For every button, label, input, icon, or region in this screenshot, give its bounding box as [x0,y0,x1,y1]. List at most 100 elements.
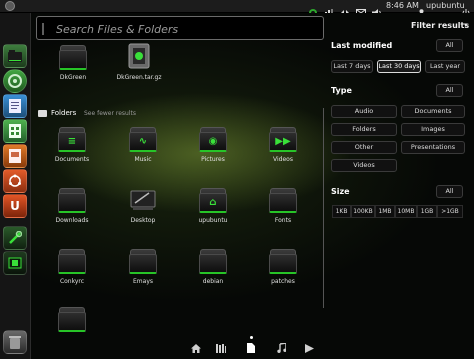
folder-conkyrc[interactable]: Conkyrc [44,246,100,285]
filter-results-arrow-icon[interactable]: ▾ [464,21,468,29]
lens-bar [186,336,336,359]
folder-extra[interactable] [44,304,100,332]
type-folders-button[interactable]: Folders [331,123,397,136]
folder-patches[interactable]: patches [255,246,311,285]
launcher-workspaces-icon[interactable] [3,251,27,275]
folder-fonts[interactable]: Fonts [255,185,311,224]
launcher-writer-icon[interactable] [3,94,27,118]
size-1mb-button[interactable]: 1MB [375,205,395,218]
volume-icon[interactable] [372,2,382,17]
mail-icon[interactable] [356,2,366,17]
launcher-ubuntu-one-icon[interactable]: U [3,194,27,218]
applications-lens-icon[interactable] [214,341,228,355]
videos-folder-icon: ▶▶ [269,124,297,152]
user-name[interactable]: upubuntu [426,0,465,12]
size-all-button[interactable]: All [436,185,463,198]
folder-desktop[interactable]: Desktop [115,185,171,224]
filter-results-toggle[interactable]: Filter results [411,21,469,30]
type-audio-button[interactable]: Audio [331,105,397,118]
result-item-dkgreen-archive[interactable]: DkGreen.tar.gz [111,42,167,81]
launcher-impress-icon[interactable] [3,144,27,168]
desktop-folder-icon [129,185,157,213]
launcher-files-icon[interactable] [3,44,27,68]
user-icon[interactable] [418,2,425,17]
type-other-button[interactable]: Other [331,141,397,154]
size-10mb-button[interactable]: 10MB [395,205,417,218]
active-lens-indicator [250,336,253,339]
network-icon[interactable] [308,2,318,17]
downloads-folder-icon [58,185,86,213]
launcher-software-center-icon[interactable] [3,169,27,193]
folder-label: patches [271,278,295,285]
search-box[interactable] [36,16,324,40]
launcher-tools-icon[interactable] [3,226,27,250]
type-images-button[interactable]: Images [401,123,465,136]
size-1kb-button[interactable]: 1KB [332,205,351,218]
search-icon [41,21,51,40]
last-modified-all-button[interactable]: All [436,39,463,52]
folder-label: Music [134,156,152,163]
files-lens-icon[interactable] [244,341,258,355]
folder-label: Pictures [201,156,225,163]
home-folder-icon: ⌂ [199,185,227,213]
folder-icon [58,246,86,274]
folders-section-title: Folders [51,109,77,117]
clock[interactable]: 8:46 AM [386,0,419,12]
video-lens-icon[interactable] [302,341,316,355]
size-100kb-button[interactable]: 100KB [351,205,375,218]
folder-downloads[interactable]: Downloads [44,185,100,224]
transfer-icon[interactable] [340,2,350,16]
folder-label: Videos [273,156,293,163]
folder-videos[interactable]: ▶▶ Videos [255,124,311,163]
folder-icon [269,246,297,274]
folder-pictures[interactable]: ◉ Pictures [185,124,241,163]
result-item-dkgreen[interactable]: DkGreen [45,42,101,81]
folder-label: Downloads [55,217,89,224]
search-input[interactable] [54,20,318,38]
power-icon[interactable] [462,2,470,17]
folder-label: Desktop [130,217,156,224]
home-lens-icon[interactable] [189,341,203,355]
top-panel: 8:46 AM upubuntu [0,0,474,17]
folder-documents[interactable]: ≡ Documents [44,124,100,163]
indicator-area [308,0,382,17]
folder-music[interactable]: ∿ Music [115,124,171,163]
last-modified-heading: Last modified [331,41,393,50]
launcher-calc-icon[interactable] [3,119,27,143]
music-lens-icon[interactable] [274,341,288,355]
archive-icon [125,42,153,70]
size-over-1gb-button[interactable]: >1GB [437,205,463,218]
folders-category-icon [38,110,47,117]
last-7-days-button[interactable]: Last 7 days [331,60,373,73]
folder-icon [59,42,87,70]
launcher: U [0,13,31,359]
folder-upubuntu[interactable]: ⌂ upubuntu [185,185,241,224]
documents-folder-icon: ≡ [58,124,86,152]
pictures-folder-icon: ◉ [199,124,227,152]
type-all-button[interactable]: All [436,84,463,97]
launcher-browser-icon[interactable] [3,69,27,93]
folder-emays[interactable]: Emays [115,246,171,285]
folder-debian[interactable]: debian [185,246,241,285]
folder-label: debian [202,278,224,285]
last-30-days-button[interactable]: Last 30 days [377,60,421,73]
result-item-label: DkGreen [59,74,87,81]
size-1gb-button[interactable]: 1GB [417,205,437,218]
ubuntu-logo-icon[interactable] [5,1,15,11]
last-year-button[interactable]: Last year [425,60,465,73]
type-documents-button[interactable]: Documents [401,105,465,118]
folder-label: upubuntu [198,217,228,224]
type-heading: Type [331,86,352,95]
size-heading: Size [331,187,350,196]
type-presentations-button[interactable]: Presentations [401,141,465,154]
music-folder-icon: ∿ [129,124,157,152]
launcher-trash-icon[interactable] [3,330,27,354]
see-fewer-results-link[interactable]: See fewer results [84,110,136,117]
result-item-label: DkGreen.tar.gz [116,74,162,81]
type-videos-button[interactable]: Videos [331,159,397,172]
folder-label: Emays [133,278,153,285]
folder-icon [199,246,227,274]
fonts-folder-icon [269,185,297,213]
folder-icon [129,246,157,274]
signal-icon[interactable] [322,2,334,17]
